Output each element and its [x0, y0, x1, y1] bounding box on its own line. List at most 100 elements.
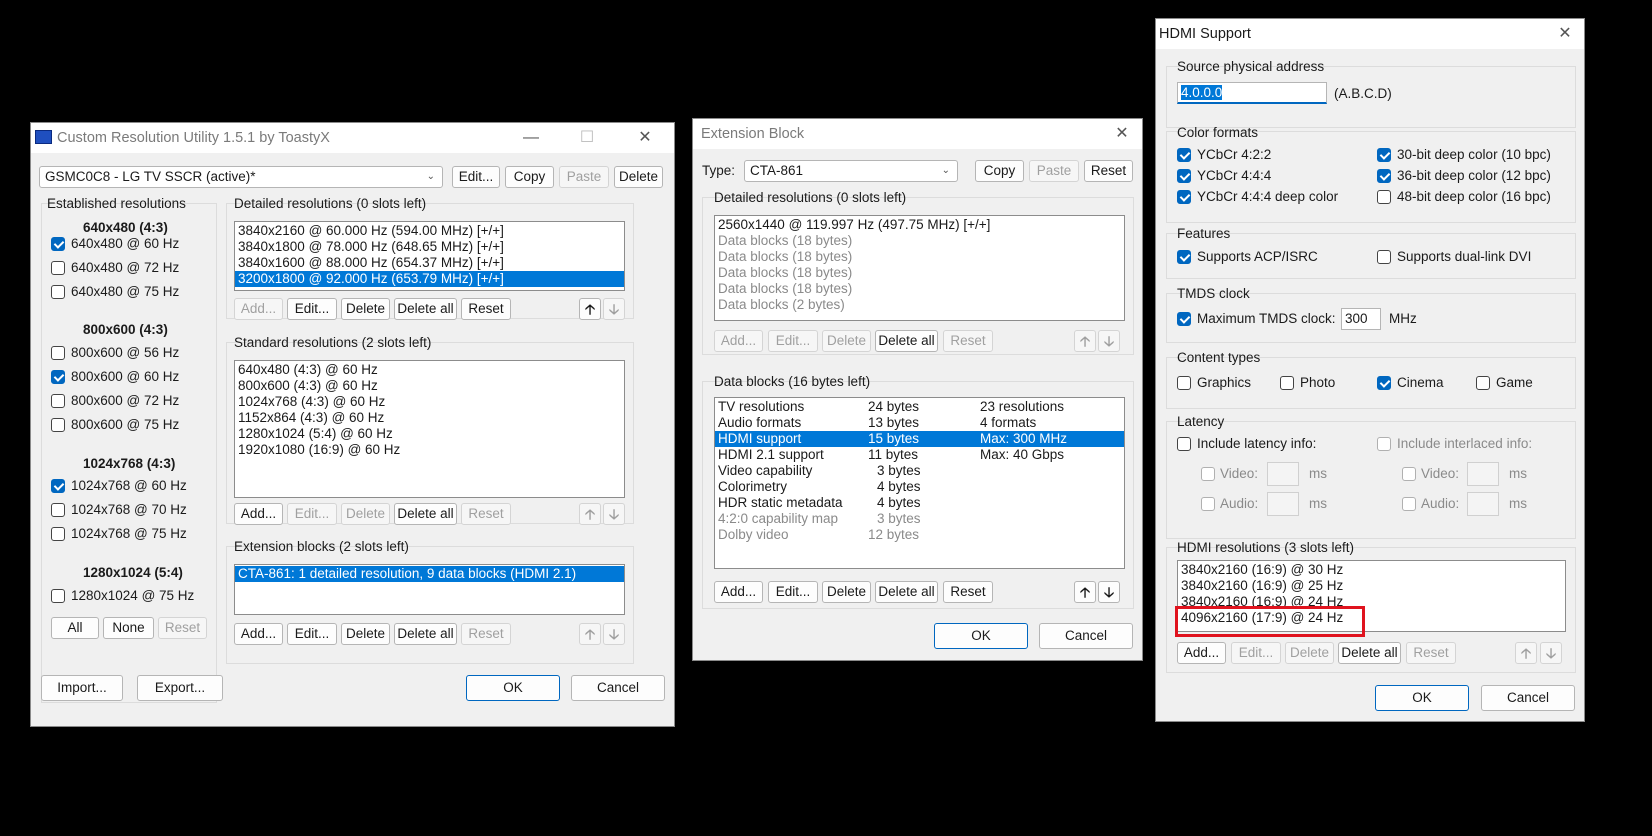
- edit-button[interactable]: Edit...: [287, 503, 337, 525]
- checkbox[interactable]: [1402, 497, 1416, 511]
- move-up-icon[interactable]: 🡡: [1515, 642, 1537, 664]
- list-item[interactable]: 3840x1600 @ 88.000 Hz (654.37 MHz) [+/+]: [235, 255, 624, 271]
- delete-all-button[interactable]: Delete all: [394, 503, 457, 525]
- checkbox[interactable]: [51, 370, 65, 384]
- table-row[interactable]: HDMI 2.1 support 11 bytes Max: 40 Gbps: [715, 447, 1124, 463]
- ok-button[interactable]: OK: [1375, 685, 1469, 711]
- delete-button[interactable]: Delete: [341, 298, 390, 320]
- checkbox[interactable]: [51, 346, 65, 360]
- video-latency-field[interactable]: [1267, 462, 1299, 486]
- edit-button[interactable]: Edit...: [768, 330, 818, 352]
- interlaced-audio-latency-field[interactable]: [1467, 492, 1499, 516]
- ok-button[interactable]: OK: [466, 675, 560, 701]
- monitor-select[interactable]: GSMC0C8 - LG TV SSCR (active)* ⌄: [39, 166, 443, 188]
- move-down-icon[interactable]: 🡣: [1098, 330, 1120, 352]
- checkbox[interactable]: [1177, 437, 1191, 451]
- list-item[interactable]: 2560x1440 @ 119.997 Hz (497.75 MHz) [+/+…: [715, 217, 1124, 233]
- list-item[interactable]: 3840x2160 (16:9) @ 25 Hz: [1178, 578, 1565, 594]
- add-button[interactable]: Add...: [234, 623, 283, 645]
- audio-latency-field[interactable]: [1267, 492, 1299, 516]
- checkbox[interactable]: [1177, 148, 1191, 162]
- close-icon[interactable]: ✕: [1111, 123, 1133, 145]
- delete-all-button[interactable]: Delete all: [875, 330, 938, 352]
- add-button[interactable]: Add...: [714, 581, 763, 603]
- list-item-selected[interactable]: 3200x1800 @ 92.000 Hz (653.79 MHz) [+/+]: [235, 271, 624, 287]
- delete-all-button[interactable]: Delete all: [875, 581, 938, 603]
- checkbox[interactable]: [1377, 250, 1391, 264]
- tmds-clock-field[interactable]: 300: [1341, 308, 1381, 330]
- delete-button[interactable]: Delete: [822, 581, 871, 603]
- move-down-icon[interactable]: 🡣: [603, 623, 625, 645]
- list-item[interactable]: 640x480 (4:3) @ 60 Hz: [235, 362, 624, 378]
- delete-monitor-button[interactable]: Delete: [614, 166, 663, 188]
- list-item[interactable]: 1152x864 (4:3) @ 60 Hz: [235, 410, 624, 426]
- close-icon[interactable]: ✕: [634, 127, 656, 149]
- list-item[interactable]: 1280x1024 (5:4) @ 60 Hz: [235, 426, 624, 442]
- none-button[interactable]: None: [103, 617, 154, 639]
- ext-detailed-list[interactable]: 2560x1440 @ 119.997 Hz (497.75 MHz) [+/+…: [714, 215, 1125, 321]
- checkbox[interactable]: [1177, 169, 1191, 183]
- move-down-icon[interactable]: 🡣: [1540, 642, 1562, 664]
- checkbox[interactable]: [1177, 190, 1191, 204]
- extension-titlebar[interactable]: Extension Block ✕: [693, 119, 1142, 149]
- maximize-icon[interactable]: ☐: [576, 127, 598, 149]
- delete-all-button[interactable]: Delete all: [1338, 642, 1401, 664]
- data-blocks-list[interactable]: TV resolutions 24 bytes 23 resolutions Aud…: [714, 397, 1125, 569]
- move-down-icon[interactable]: 🡣: [603, 503, 625, 525]
- copy-button[interactable]: Copy: [505, 166, 554, 188]
- checkbox[interactable]: [51, 479, 65, 493]
- checkbox[interactable]: [51, 503, 65, 517]
- detailed-resolutions-list[interactable]: 3840x2160 @ 60.000 Hz (594.00 MHz) [+/+]…: [234, 221, 625, 291]
- checkbox[interactable]: [1177, 312, 1191, 326]
- move-down-icon[interactable]: 🡣: [603, 298, 625, 320]
- cancel-button[interactable]: Cancel: [1481, 685, 1575, 711]
- checkbox[interactable]: [1177, 250, 1191, 264]
- edit-button[interactable]: Edit...: [768, 581, 818, 603]
- list-item[interactable]: Data blocks (2 bytes): [715, 297, 1124, 313]
- list-item-selected[interactable]: CTA-861: 1 detailed resolution, 9 data b…: [235, 566, 624, 582]
- delete-button[interactable]: Delete: [341, 503, 390, 525]
- cancel-button[interactable]: Cancel: [1039, 623, 1133, 649]
- reset-button[interactable]: Reset: [1406, 642, 1456, 664]
- table-row[interactable]: HDR static metadata 4 bytes: [715, 495, 1124, 511]
- list-item[interactable]: 3840x2160 (16:9) @ 30 Hz: [1178, 562, 1565, 578]
- checkbox[interactable]: [1377, 376, 1391, 390]
- all-button[interactable]: All: [51, 617, 99, 639]
- checkbox[interactable]: [1377, 148, 1391, 162]
- add-button[interactable]: Add...: [714, 330, 763, 352]
- interlaced-video-latency-field[interactable]: [1467, 462, 1499, 486]
- checkbox[interactable]: [51, 394, 65, 408]
- type-select[interactable]: CTA-861 ⌄: [744, 160, 958, 182]
- checkbox[interactable]: [51, 285, 65, 299]
- checkbox[interactable]: [1177, 376, 1191, 390]
- minimize-icon[interactable]: —: [520, 127, 542, 149]
- paste-button[interactable]: Paste: [1029, 160, 1079, 182]
- ok-button[interactable]: OK: [934, 623, 1028, 649]
- extension-blocks-list[interactable]: CTA-861: 1 detailed resolution, 9 data b…: [234, 564, 625, 615]
- reset-button[interactable]: Reset: [943, 581, 993, 603]
- reset-button[interactable]: Reset: [461, 298, 511, 320]
- physical-address-field[interactable]: 4.0.0.0: [1177, 82, 1327, 104]
- reset-established-button[interactable]: Reset: [158, 617, 207, 639]
- checkbox[interactable]: [1377, 437, 1391, 451]
- checkbox[interactable]: [51, 418, 65, 432]
- checkbox[interactable]: [1377, 190, 1391, 204]
- export-button[interactable]: Export...: [137, 675, 223, 701]
- import-button[interactable]: Import...: [41, 675, 123, 701]
- move-up-icon[interactable]: 🡡: [579, 298, 601, 320]
- checkbox[interactable]: [51, 589, 65, 603]
- edit-monitor-button[interactable]: Edit...: [452, 166, 500, 188]
- move-up-icon[interactable]: 🡡: [1074, 330, 1096, 352]
- table-row[interactable]: Video capability 3 bytes: [715, 463, 1124, 479]
- add-button[interactable]: Add...: [234, 503, 283, 525]
- reset-button[interactable]: Reset: [1084, 160, 1133, 182]
- reset-button[interactable]: Reset: [461, 623, 511, 645]
- checkbox[interactable]: [1476, 376, 1490, 390]
- delete-button[interactable]: Delete: [1285, 642, 1334, 664]
- paste-button[interactable]: Paste: [559, 166, 609, 188]
- list-item[interactable]: Data blocks (18 bytes): [715, 265, 1124, 281]
- table-row[interactable]: TV resolutions 24 bytes 23 resolutions: [715, 399, 1124, 415]
- table-row-selected[interactable]: HDMI support 15 bytes Max: 300 MHz: [715, 431, 1124, 447]
- list-item[interactable]: Data blocks (18 bytes): [715, 233, 1124, 249]
- checkbox[interactable]: [51, 261, 65, 275]
